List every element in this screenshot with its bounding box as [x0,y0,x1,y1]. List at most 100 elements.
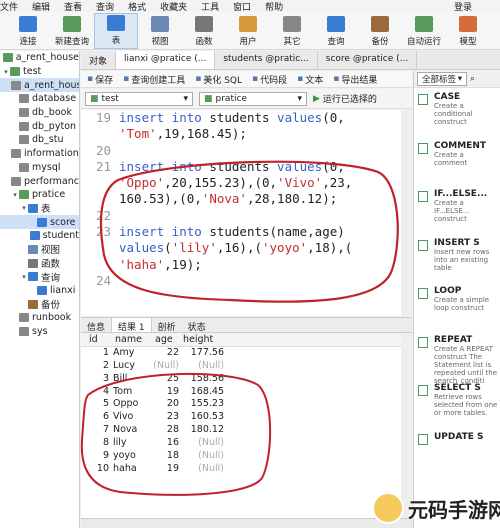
menu-item[interactable]: 文件 [0,0,18,13]
menu-item[interactable]: 窗口 [233,0,251,13]
table-cell[interactable]: Amy [113,347,153,360]
table-cell[interactable]: 180.12 [181,424,224,437]
table-cell[interactable]: 8 [87,437,113,450]
table-row[interactable]: 5 Oppo 20 155.23 [81,398,412,411]
table-cell[interactable]: 19 [153,386,181,399]
toolbar-button-model[interactable]: 模型 [446,13,490,49]
menu-item[interactable]: 工具 [201,0,219,13]
table-cell[interactable]: 3 [87,373,113,386]
table-cell[interactable]: (Null) [153,360,181,373]
table-row[interactable]: 6 Vivo 23 160.53 [81,411,412,424]
expand-arrow-icon[interactable]: ▾ [20,273,28,281]
snippet-item[interactable]: LOOP Create a simple loop construct [414,282,500,331]
toolbar-button-new-query[interactable]: 新建查询 [50,13,94,49]
table-cell[interactable]: Vivo [113,411,153,424]
toolbar-button-function[interactable]: 函数 [182,13,226,49]
tree-item[interactable]: ▾ pratice [0,188,79,202]
snippet-item[interactable]: CASE Create a conditional construct [414,88,500,137]
table-cell[interactable]: 6 [87,411,113,424]
menu-item[interactable]: 格式 [128,0,146,13]
query-tool-beautify[interactable]: ▪ 美化 SQL [195,73,242,86]
toolbar-button-backup[interactable]: 备份 [358,13,402,49]
table-row[interactable]: 8 lily 16 (Null) [81,437,412,450]
database-select[interactable]: ■ pratice ▾ [199,91,307,106]
table-cell[interactable]: 23 [153,411,181,424]
tree-item[interactable]: student [0,229,79,243]
tree-item[interactable]: db_book [0,106,79,120]
column-header[interactable]: age [153,334,181,346]
table-cell[interactable]: 177.56 [181,347,224,360]
toolbar-button-user[interactable]: 用户 [226,13,270,49]
tree-item[interactable]: mysql [0,161,79,175]
tree-item[interactable]: ▾ 查询 [0,270,79,284]
snippet-item[interactable]: REPEAT Create A REPEAT construct The Stat… [414,331,500,385]
table-cell[interactable]: 168.45 [181,386,224,399]
column-header[interactable]: height [181,334,224,346]
tree-item[interactable]: 视图 [0,243,79,256]
table-row[interactable]: 9 yoyo 18 (Null) [81,450,412,463]
result-tab[interactable]: 信息 [81,318,111,333]
table-cell[interactable]: 4 [87,386,113,399]
table-cell[interactable]: lily [113,437,153,450]
toolbar-button-autorun[interactable]: 自动运行 [402,13,446,49]
tree-item[interactable]: ▾ test [0,65,79,79]
table-cell[interactable]: (Null) [181,450,224,463]
tree-item[interactable]: ▾ 表 [0,202,79,215]
table-row[interactable]: 3 Bill 25 158.56 [81,373,412,386]
table-cell[interactable]: 19 [153,463,181,476]
toolbar-button-table[interactable]: 表 [94,13,138,49]
snippet-item[interactable]: INSERT S Insert new rows into an existing… [414,234,500,283]
query-tool-text[interactable]: ▪ 文本 [297,73,323,86]
tree-item[interactable]: score [0,215,79,229]
sql-editor[interactable]: 19 insert into students values(0, 'Tom',19… [81,110,401,316]
menu-item[interactable]: 查看 [64,0,82,13]
table-cell[interactable]: 18 [153,450,181,463]
tree-item[interactable]: a_rent_housi [0,78,79,93]
table-cell[interactable]: Tom [113,386,153,399]
query-tool-export[interactable]: ▪ 导出结果 [333,73,377,86]
expand-arrow-icon[interactable]: ▾ [11,191,19,199]
table-cell[interactable]: Nova [113,424,153,437]
editor-tab[interactable]: students @pratic... [215,51,318,69]
tree-item[interactable]: lianxi [0,284,79,298]
tree-item[interactable]: 函数 [0,256,79,270]
search-icon[interactable]: ⌕ [470,74,475,84]
result-tab[interactable]: 状态 [182,318,212,333]
table-cell[interactable]: yoyo [113,450,153,463]
tree-item[interactable]: 备份 [0,297,79,311]
result-tab[interactable]: 结果 1 [111,318,152,333]
column-header[interactable]: name [113,334,153,346]
table-cell[interactable]: 7 [87,424,113,437]
column-header[interactable]: id [87,334,113,346]
tree-item[interactable]: information_ [0,147,79,161]
toolbar-button-connect[interactable]: 连接 [6,13,50,49]
tree-item[interactable]: a_rent_house [0,51,79,65]
table-cell[interactable]: 28 [153,424,181,437]
menu-item[interactable]: 编辑 [32,0,50,13]
table-cell[interactable]: 155.23 [181,398,224,411]
tree-item[interactable]: db_stu [0,133,79,147]
table-row[interactable]: 1 Amy 22 177.56 [81,347,412,360]
editor-tab[interactable]: 对象 [81,51,117,69]
connection-select[interactable]: ■ test ▾ [85,91,193,106]
table-cell[interactable]: 22 [153,347,181,360]
table-cell[interactable]: 25 [153,373,181,386]
query-tool-query-builder[interactable]: ▪ 查询创建工具 [123,73,185,86]
run-selected-button[interactable]: ▶ 运行已选择的 [313,92,377,106]
tree-item[interactable]: sys [0,325,79,339]
expand-arrow-icon[interactable]: ▾ [20,204,28,212]
table-cell[interactable]: 158.56 [181,373,224,386]
table-cell[interactable]: 16 [153,437,181,450]
expand-arrow-icon[interactable]: ▾ [2,68,10,76]
table-cell[interactable]: 5 [87,398,113,411]
editor-tab[interactable]: lianxi @pratice (... [116,51,216,69]
menu-item[interactable]: 查询 [96,0,114,13]
table-cell[interactable]: 9 [87,450,113,463]
table-cell[interactable]: (Null) [181,437,224,450]
editor-tab[interactable]: score @pratice (... [318,51,418,69]
tag-filter-select[interactable]: 全部标签 ▾ [417,72,467,86]
tree-item[interactable]: performance [0,174,79,188]
snippet-item[interactable]: UPDATE S [414,428,500,477]
table-cell[interactable]: haha [113,463,153,476]
tree-item[interactable]: runbook [0,311,79,325]
